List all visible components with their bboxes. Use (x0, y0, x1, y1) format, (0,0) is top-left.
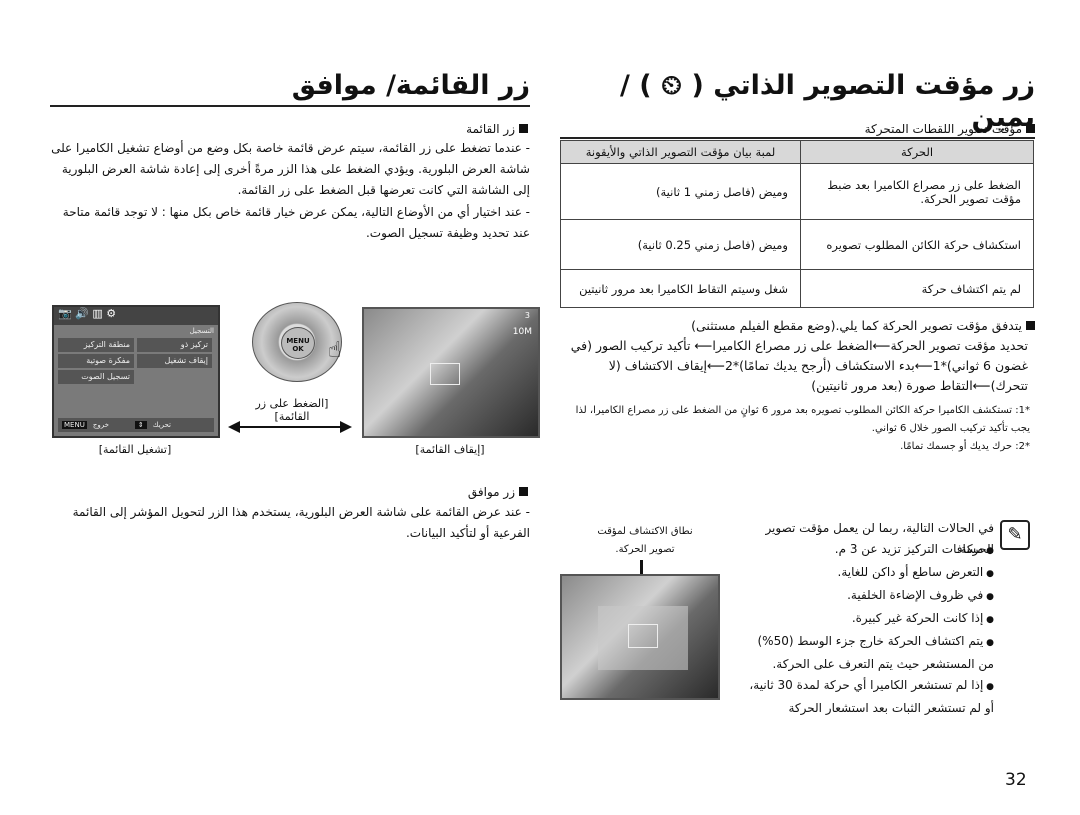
arrow-left-head (228, 421, 240, 433)
menu-key: MENU (62, 421, 87, 429)
menu-tab-bar: 📷 🔊 ▥ ⚙ (54, 307, 218, 325)
camera-preview-menu-off: 3 10M (362, 307, 540, 438)
menu-footer: MENU خروج ⇕ تحريك (58, 418, 214, 432)
menu-item[interactable]: إيقاف تشغيل (137, 354, 212, 368)
table-cell: وميض (فاصل زمني 1 ثانية) (560, 163, 801, 220)
menu-off-caption: [إيقاف القائمة] (415, 443, 485, 456)
move-label: تحريك (152, 421, 171, 429)
double-arrow-icon (232, 426, 348, 428)
image-size: 10M (512, 327, 532, 337)
subheading-menu-button: زر القائمة (50, 122, 528, 136)
table-header: الحركة (800, 140, 1034, 164)
table-cell: لم يتم اكتشاف حركة (800, 269, 1034, 308)
footnote-1: *1: تستكشف الكاميرا حركة الكائن المطلوب … (575, 405, 1030, 434)
detection-range-caption: نطاق الاكتشاف لمؤقت تصوير الحركة. (597, 526, 693, 555)
menu-item[interactable]: مفكرة صوتية (58, 354, 134, 368)
press-menu-caption: [الضغط على زر القائمة] (255, 397, 329, 423)
menu-item[interactable]: منطقة التركيز (58, 338, 134, 352)
menu-item[interactable]: تسجيل الصوت (58, 370, 134, 384)
pressing-hand-icon: ☝ (328, 338, 342, 363)
page-number: 32 (1005, 770, 1027, 790)
table-header: لمبة بيان مؤقت التصوير الذاتي والأيقونة (560, 140, 801, 164)
exit-label: خروج (92, 421, 109, 429)
arrow-right-head (340, 421, 352, 433)
section-title-menu-ok: زر القائمة/ موافق (50, 70, 530, 107)
focus-frame (628, 624, 658, 648)
list-item: في ظروف الإضاءة الخلفية. (740, 585, 994, 608)
motion-timer-table: الحركة لمبة بيان مؤقت التصوير الذاتي والأ… (560, 140, 1034, 308)
table-cell: وميض (فاصل زمني 0.25 ثانية) (560, 219, 801, 270)
lcd-menu-screen: 📷 🔊 ▥ ⚙ التسجيل تركيز ذو إيقاف تشغيل منط… (52, 305, 220, 438)
note-icon: ✎ (1000, 520, 1030, 550)
list-item: مسافات التركيز تزيد عن 3 م. (740, 539, 994, 562)
list-item: التعرض ساطع أو داكن للغاية. (740, 562, 994, 585)
note-list: مسافات التركيز تزيد عن 3 م. التعرض ساطع … (740, 539, 994, 719)
menu-on-caption: [تشغيل القائمة] (98, 443, 172, 456)
footnote-2: *2: حرك يديك أو جسمك تمامًا. (900, 441, 1030, 452)
subheading-motion-timer: مؤقت تصوير اللقطات المتحركة (560, 122, 1035, 136)
menu-para-1: - عندما تضغط على زر القائمة، سيتم عرض قا… (51, 141, 530, 197)
table-cell: شغل وسيتم التقاط الكاميرا بعد مرور ثانيت… (560, 269, 801, 308)
menu-ok-button[interactable]: MENU OK (281, 327, 315, 359)
shot-count: 3 (524, 311, 530, 320)
focus-frame (430, 363, 460, 385)
list-item: يتم اكتشاف الحركة خارج جزء الوسط (50%) م… (740, 631, 994, 675)
camera-preview-detection (560, 574, 720, 700)
ok-para: - عند عرض القائمة على شاشة العرض البلوري… (72, 505, 530, 540)
list-item: إذا كانت الحركة غير كبيرة. (740, 608, 994, 631)
subheading-ok-button: زر موافق (50, 485, 528, 499)
list-item: إذا لم تستشعر الكاميرا أي حركة لمدة 30 ث… (740, 675, 994, 719)
table-cell: الضغط على زر مصراع الكاميرا بعد ضبط مؤقت… (800, 163, 1034, 220)
subheading-motion-flow: يتدفق مؤقت تصوير الحركة كما يلي.(وضع مقط… (560, 318, 1035, 333)
menu-tab-label: التسجيل (189, 327, 214, 335)
menu-para-2: - عند اختيار أي من الأوضاع التالية، يمكن… (62, 205, 530, 240)
menu-item[interactable]: تركيز ذو (137, 338, 212, 352)
table-cell: استكشاف حركة الكائن المطلوب تصويره (800, 219, 1034, 270)
motion-flow-text: تحديد مؤقت تصوير الحركة⟵الضغط على زر مصر… (570, 338, 1028, 393)
